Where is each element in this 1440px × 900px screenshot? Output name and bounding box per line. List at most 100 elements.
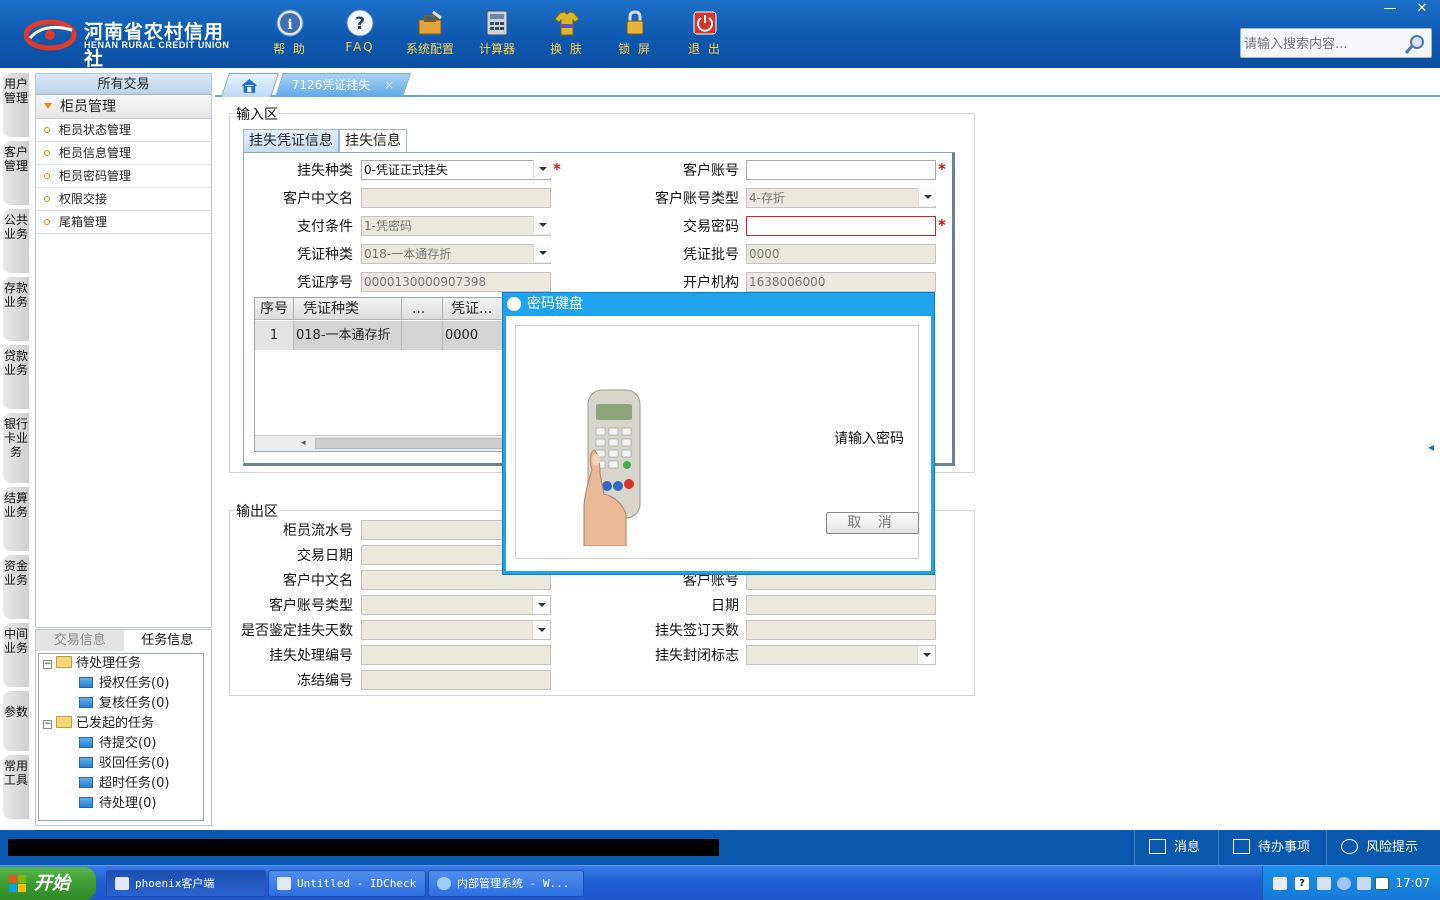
loss-sign-days-label: 挂失签订天数 bbox=[655, 623, 739, 639]
tab-trade-info[interactable]: 交易信息 bbox=[36, 630, 124, 651]
password-field[interactable] bbox=[746, 216, 936, 236]
voucher-seq-field[interactable]: 0000130000907398 bbox=[361, 272, 551, 292]
sidebar-item-permission-handover[interactable]: 权限交接 bbox=[36, 188, 211, 211]
antivirus-icon[interactable] bbox=[1375, 877, 1389, 890]
taskbar-item-idcheck[interactable]: Untitled - IDCheck bbox=[268, 870, 426, 897]
calculator-button[interactable]: 计算器 bbox=[465, 8, 529, 60]
tree-node-auth[interactable]: 授权任务(0) bbox=[79, 674, 169, 694]
grid-cell-more[interactable] bbox=[402, 321, 443, 350]
network-icon[interactable] bbox=[1317, 877, 1331, 890]
search-icon[interactable] bbox=[1403, 32, 1427, 56]
tree-node-review[interactable]: 复核任务(0) bbox=[79, 694, 169, 714]
chevron-down-icon[interactable] bbox=[533, 160, 551, 178]
keyboard-icon[interactable] bbox=[1273, 877, 1287, 890]
tab-loss-voucher-info[interactable]: 挂失凭证信息 bbox=[243, 129, 339, 153]
vnav-intermediate-business[interactable]: 中间业务 bbox=[3, 623, 29, 687]
pin-pad-dialog: 密码键盘 请输入密码 取 消 bbox=[502, 292, 935, 575]
tab-home[interactable] bbox=[221, 73, 279, 97]
pay-condition-select[interactable]: 1-凭密码 bbox=[361, 216, 551, 236]
tab-loss-info[interactable]: 挂失信息 bbox=[339, 129, 407, 153]
skin-button[interactable]: 换 肤 bbox=[535, 8, 599, 60]
scrollbar-thumb[interactable] bbox=[315, 438, 503, 449]
sidebar-item-teller-password[interactable]: 柜员密码管理 bbox=[36, 165, 211, 188]
grid-cell-seq[interactable]: 1 bbox=[255, 321, 294, 350]
vnav-user-management[interactable]: 用户管理 bbox=[3, 73, 29, 137]
speech-bubble-icon bbox=[1341, 839, 1358, 854]
risk-alert-button[interactable]: 风险提示 bbox=[1326, 830, 1440, 865]
tab-voucher-loss[interactable]: 7126凭证挂失 × bbox=[275, 73, 411, 97]
vnav-bankcard-business[interactable]: 银行卡业务 bbox=[3, 413, 29, 483]
chevron-down-icon[interactable] bbox=[532, 621, 550, 639]
customer-name-field[interactable] bbox=[361, 188, 551, 208]
minimize-button[interactable]: — bbox=[1374, 0, 1406, 18]
collapse-right-icon[interactable]: ◂ bbox=[1428, 440, 1434, 454]
vnav-settlement-business[interactable]: 结算业务 bbox=[3, 487, 29, 551]
tree-node-submit[interactable]: 待提交(0) bbox=[79, 734, 156, 754]
tree-node-pending[interactable]: − 待处理任务 bbox=[43, 654, 141, 674]
tree-node-rejected[interactable]: 驳回任务(0) bbox=[79, 754, 169, 774]
tab-close-icon[interactable]: × bbox=[384, 78, 394, 92]
date-field[interactable] bbox=[746, 595, 936, 615]
vnav-fund-business[interactable]: 资金业务 bbox=[3, 555, 29, 619]
sidebar-item-cash-box[interactable]: 尾箱管理 bbox=[36, 211, 211, 234]
scroll-left-icon[interactable]: ◂ bbox=[301, 438, 306, 448]
system-config-button[interactable]: 系统配置 bbox=[398, 8, 462, 60]
chevron-down-icon[interactable] bbox=[533, 244, 551, 262]
vnav-parameters[interactable]: 参数 bbox=[3, 691, 29, 751]
display-icon[interactable] bbox=[1357, 877, 1371, 890]
grid-cell-voucher[interactable]: 0000 bbox=[443, 321, 503, 350]
chevron-down-icon[interactable] bbox=[917, 646, 935, 664]
vnav-deposit-business[interactable]: 存款业务 bbox=[3, 277, 29, 341]
tree-node-todo[interactable]: 待处理(0) bbox=[79, 794, 156, 814]
tab-task-info[interactable]: 任务信息 bbox=[123, 630, 211, 651]
grid-horizontal-scrollbar[interactable]: ◂ bbox=[255, 435, 503, 451]
branch-field[interactable]: 1638006000 bbox=[746, 272, 936, 292]
vnav-customer-management[interactable]: 客户管理 bbox=[3, 141, 29, 205]
chevron-down-icon[interactable] bbox=[918, 188, 936, 206]
chevron-down-icon[interactable] bbox=[532, 596, 550, 614]
account-type-select[interactable]: 4-存折 bbox=[746, 188, 936, 208]
vnav-public-business[interactable]: 公共业务 bbox=[3, 209, 29, 273]
taskbar-item-internal-system[interactable]: 内部管理系统 - W... bbox=[428, 870, 584, 897]
grid-cell-voucher-type[interactable]: 018-一本通存折 bbox=[294, 321, 402, 350]
lock-screen-button[interactable]: 锁 屏 bbox=[603, 8, 667, 60]
loss-close-flag-select[interactable] bbox=[746, 645, 936, 665]
search-input[interactable] bbox=[1244, 34, 1404, 54]
vnav-common-tools[interactable]: 常用工具 bbox=[3, 755, 29, 819]
tree-node-timeout[interactable]: 超时任务(0) bbox=[79, 774, 169, 794]
grid-header-more[interactable]: ... bbox=[402, 298, 443, 320]
help-tray-icon[interactable]: ? bbox=[1295, 877, 1309, 890]
grid-header-voucher[interactable]: 凭证... bbox=[443, 298, 503, 320]
taskbar-item-label: Untitled - IDCheck bbox=[297, 877, 417, 890]
vnav-loan-business[interactable]: 贷款业务 bbox=[3, 345, 29, 409]
collapse-icon[interactable]: − bbox=[43, 720, 52, 729]
tree-node-initiated[interactable]: − 已发起的任务 bbox=[43, 714, 154, 734]
out-account-type-select[interactable] bbox=[361, 595, 551, 615]
logout-button[interactable]: 退 出 bbox=[673, 8, 737, 60]
loss-sign-days-field[interactable] bbox=[746, 620, 936, 640]
account-field[interactable] bbox=[746, 160, 936, 180]
expand-tray-icon[interactable] bbox=[1337, 877, 1351, 890]
grid-header-voucher-type[interactable]: 凭证种类 bbox=[294, 298, 402, 320]
todo-button[interactable]: 待办事项 bbox=[1218, 830, 1322, 865]
task-icon bbox=[79, 757, 93, 768]
help-button[interactable]: i 帮 助 bbox=[258, 8, 322, 60]
sidebar-item-teller-info[interactable]: 柜员信息管理 bbox=[36, 142, 211, 165]
collapse-icon[interactable]: − bbox=[43, 660, 52, 669]
verify-days-select[interactable] bbox=[361, 620, 551, 640]
faq-button[interactable]: ? FAQ bbox=[328, 8, 392, 60]
taskbar-item-phoenix[interactable]: phoenix客户端 bbox=[106, 870, 266, 897]
chevron-down-icon[interactable] bbox=[533, 216, 551, 234]
close-window-button[interactable]: ✕ bbox=[1406, 0, 1438, 18]
loss-type-select[interactable]: 0-凭证正式挂失 bbox=[361, 160, 551, 180]
batch-field[interactable]: 0000 bbox=[746, 244, 936, 264]
freeze-no-field[interactable] bbox=[361, 670, 551, 690]
start-button[interactable]: 开始 bbox=[0, 867, 96, 900]
grid-header-seq[interactable]: 序号 bbox=[255, 298, 294, 320]
voucher-type-select[interactable]: 018-一本通存折 bbox=[361, 244, 551, 264]
sidebar-item-teller-status[interactable]: 柜员状态管理 bbox=[36, 119, 211, 142]
sidebar-group-teller-management[interactable]: 柜员管理 bbox=[36, 95, 211, 119]
messages-button[interactable]: 消息 bbox=[1134, 830, 1214, 865]
cancel-button[interactable]: 取 消 bbox=[826, 512, 919, 534]
loss-process-no-field[interactable] bbox=[361, 645, 551, 665]
